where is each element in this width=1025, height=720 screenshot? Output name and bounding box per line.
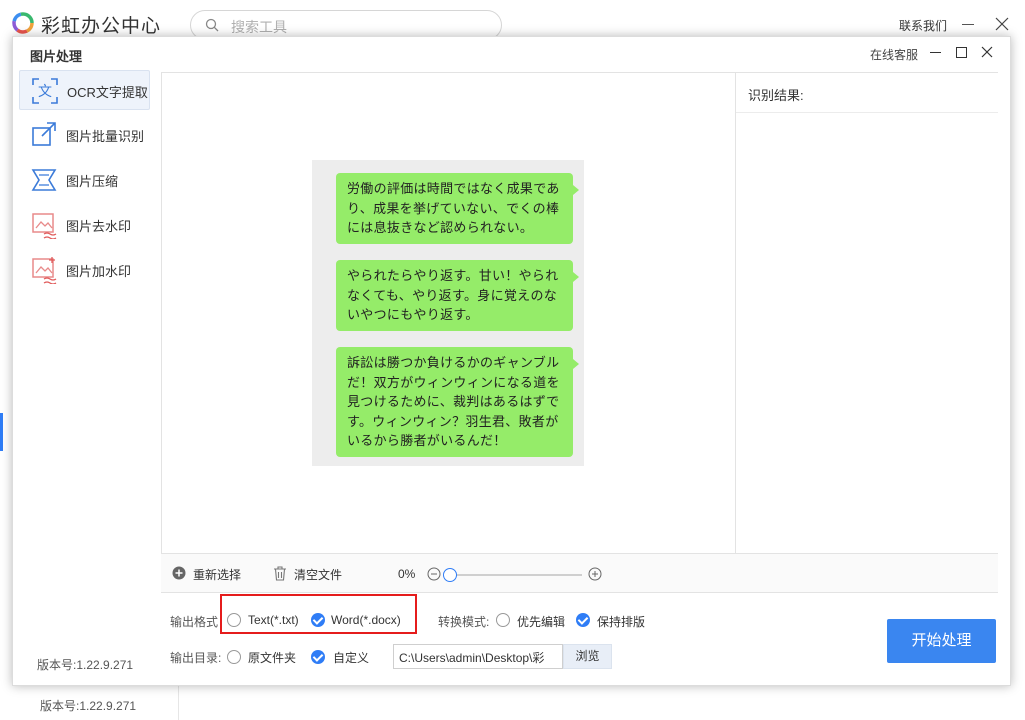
search-placeholder: 搜索工具 (231, 19, 287, 35)
format-highlight-box (220, 594, 417, 634)
version-label: 版本号:1.22.9.271 (37, 658, 134, 672)
browse-button[interactable]: 浏览 (563, 644, 612, 669)
mode-edit-radio[interactable] (496, 613, 510, 627)
sidebar-item-compress[interactable]: 图片压缩 (19, 160, 150, 200)
dir-custom-radio[interactable] (311, 650, 325, 664)
mode-layout-radio[interactable] (576, 613, 590, 627)
sidebar-item-batch-recognize[interactable]: 图片批量识别 (19, 115, 150, 155)
zoom-percent: 0% (398, 567, 416, 581)
clear-files-label: 清空文件 (294, 568, 343, 582)
app-close-icon[interactable] (995, 17, 1009, 31)
app-minimize-button[interactable] (962, 24, 974, 25)
add-watermark-icon (32, 257, 57, 284)
result-label: 识别结果: (748, 88, 804, 103)
zoom-in-icon[interactable] (588, 567, 602, 581)
sidebar-item-label: 图片去水印 (66, 219, 132, 234)
zoom-out-icon[interactable] (427, 567, 441, 581)
zoom-slider-handle[interactable] (443, 568, 457, 582)
svg-text:文: 文 (38, 84, 52, 100)
image-processing-dialog: 图片处理 在线客服 文 OCR文字提取 图片批量识别 图片压缩 图片去水印 图片… (12, 36, 1011, 686)
dialog-maximize-button[interactable] (956, 47, 967, 58)
compress-icon (31, 169, 57, 191)
sidebar-item-label: OCR文字提取 (67, 85, 148, 100)
zoom-slider-track[interactable] (448, 574, 582, 576)
result-header: 识别结果: (736, 73, 998, 113)
remove-watermark-icon (32, 213, 57, 239)
mode-edit-label[interactable]: 优先编辑 (517, 613, 565, 630)
mode-layout-label[interactable]: 保持排版 (597, 613, 645, 630)
trash-icon (274, 566, 286, 581)
app-version-label: 版本号:1.22.9.271 (40, 699, 137, 713)
output-path-field[interactable]: C:\Users\admin\Desktop\彩 (393, 644, 563, 669)
ocr-text-icon: 文 (32, 78, 58, 104)
online-support-link[interactable]: 在线客服 (870, 46, 918, 63)
result-panel: 识别结果: (735, 72, 998, 553)
dialog-minimize-button[interactable] (930, 52, 941, 53)
batch-recognize-icon (32, 122, 56, 146)
start-processing-button[interactable]: 开始处理 (887, 619, 996, 663)
image-preview-area[interactable]: 労働の評価は時間ではなく成果であり、成果を挙げていない、でくの棒には息抜きなど認… (161, 72, 736, 553)
dir-original-radio[interactable] (227, 650, 241, 664)
chat-bubble: 訴訟は勝つか負けるかのギャンブルだ！双方がウィンウィンになる道を見つけるために、… (336, 347, 579, 457)
output-format-label: 输出格式 (170, 615, 219, 629)
sidebar-item-label: 图片加水印 (66, 264, 132, 279)
sidebar-item-remove-watermark[interactable]: 图片去水印 (19, 205, 150, 245)
output-directory-label: 输出目录: (170, 651, 222, 665)
dir-original-label[interactable]: 原文件夹 (248, 649, 296, 666)
chat-bubble: やられたらやり返す。甘い！やられなくても、やり返す。身に覚えのないやつにもやり返… (336, 260, 579, 331)
dialog-title: 图片处理 (30, 49, 83, 64)
chat-bubble: 労働の評価は時間ではなく成果であり、成果を挙げていない、でくの棒には息抜きなど認… (336, 173, 579, 244)
preview-image: 労働の評価は時間ではなく成果であり、成果を挙げていない、でくの棒には息抜きなど認… (312, 160, 584, 466)
dialog-close-icon[interactable] (981, 46, 993, 58)
sidebar-item-label: 图片批量识别 (66, 129, 145, 144)
plus-circle-icon (172, 566, 186, 580)
preview-toolbar: 重新选择 清空文件 0% (161, 553, 998, 593)
conversion-mode-label: 转换模式: (438, 615, 490, 629)
app-sidebar-active-indicator (0, 413, 3, 451)
tool-sidebar: 文 OCR文字提取 图片批量识别 图片压缩 图片去水印 图片加水印 版本号:1.… (13, 70, 161, 685)
sidebar-item-add-watermark[interactable]: 图片加水印 (19, 250, 150, 290)
sidebar-item-label: 图片压缩 (66, 174, 119, 189)
app-divider (178, 685, 179, 720)
contact-us-link[interactable]: 联系我们 (899, 17, 947, 34)
rainbow-logo-icon (12, 12, 34, 34)
search-icon (205, 18, 219, 32)
reselect-label: 重新选择 (193, 568, 242, 582)
app-title: 彩虹办公中心 (41, 16, 162, 37)
dir-custom-label[interactable]: 自定义 (333, 649, 369, 666)
sidebar-item-ocr[interactable]: 文 OCR文字提取 (19, 70, 150, 110)
